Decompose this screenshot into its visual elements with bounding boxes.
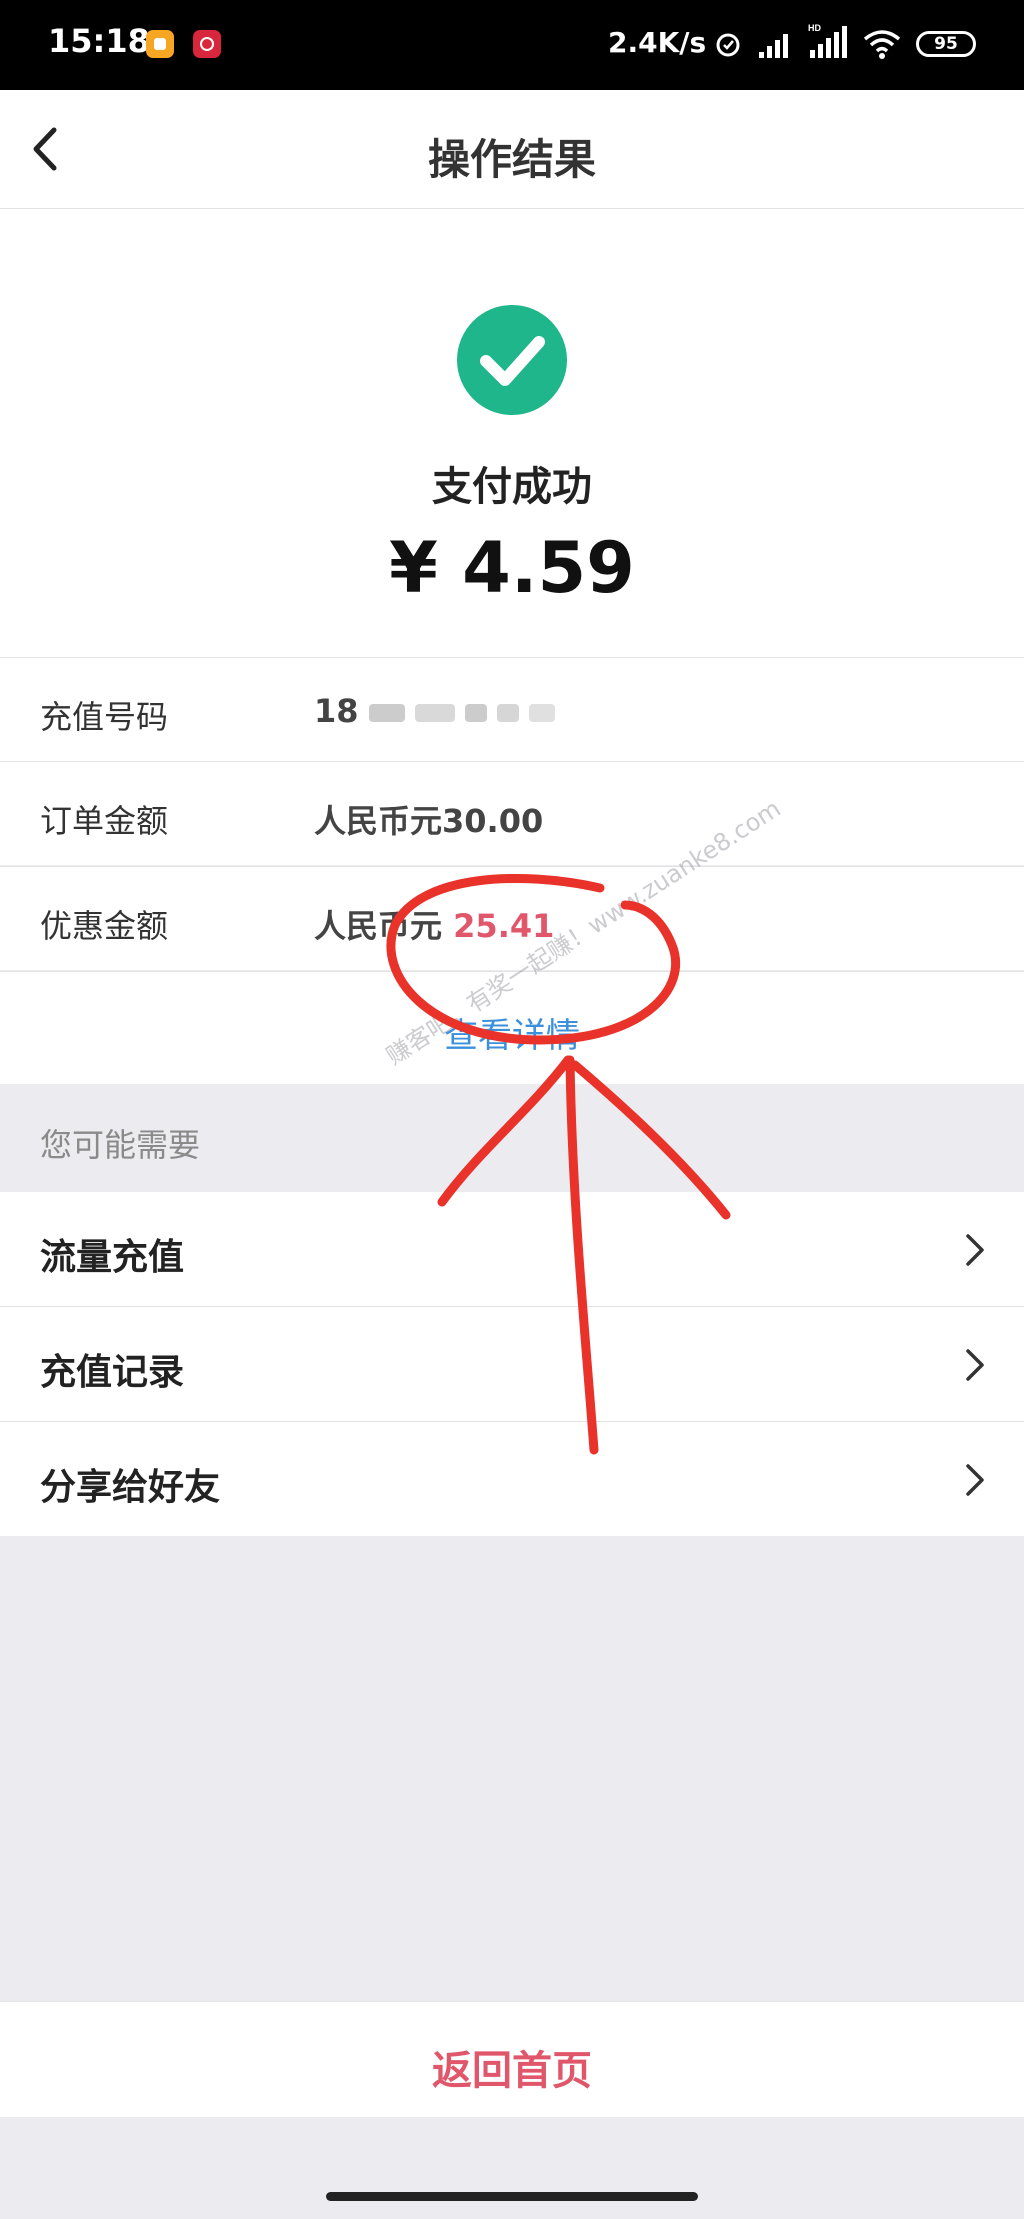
view-details-link[interactable]: 查看详情: [0, 1008, 1024, 1057]
wifi-icon: [863, 30, 901, 59]
success-check-icon: [457, 305, 567, 415]
return-home-button[interactable]: 返回首页: [0, 2038, 1024, 2096]
detail-row-order: 订单金额 人民币元30.00: [0, 761, 1024, 865]
chevron-right-icon: [966, 1234, 984, 1266]
notification-app-icon-2: [193, 30, 221, 58]
detail-value-prefix: 人民币元: [314, 907, 443, 945]
phone-number-partial: 18: [314, 692, 359, 730]
notification-app-icon: [146, 30, 174, 58]
page-title: 操作结果: [427, 135, 596, 184]
redacted-block: [414, 704, 455, 722]
network-speed: 2.4K/s: [608, 26, 707, 59]
detail-value: 人民币元30.00: [314, 802, 544, 840]
status-bar: 15:18 2.4K/s HD 95: [0, 0, 1024, 90]
menu-item-label: 流量充值: [40, 1237, 185, 1278]
chevron-right-icon: [966, 1464, 984, 1496]
menu-item-label: 充值记录: [40, 1352, 185, 1393]
detail-label: 优惠金额: [40, 907, 169, 945]
payment-status: 支付成功: [432, 464, 592, 510]
chevron-right-icon: [966, 1349, 984, 1381]
redacted-block: [368, 704, 405, 722]
payment-result: 支付成功 ¥ 4.59: [0, 209, 1024, 657]
menu-item-share[interactable]: 分享给好友: [0, 1422, 1024, 1536]
menu-item-data-recharge[interactable]: 流量充值: [0, 1192, 1024, 1306]
status-time: 15:18: [48, 22, 150, 60]
detail-value: 18: [314, 692, 555, 730]
nav-bar: 操作结果: [0, 90, 1024, 209]
detail-row-phone: 充值号码 18: [0, 657, 1024, 761]
detail-value: 人民币元 25.41: [314, 901, 554, 947]
detail-label: 订单金额: [40, 802, 169, 840]
signal-hd-icon: HD: [808, 23, 847, 58]
bottom-bar: 返回首页: [0, 2001, 1024, 2117]
battery-indicator: 95: [916, 31, 976, 57]
menu-item-recharge-history[interactable]: 充值记录: [0, 1307, 1024, 1421]
detail-label: 充值号码: [40, 698, 169, 736]
redacted-block: [528, 704, 555, 722]
payment-amount: ¥ 4.59: [389, 527, 635, 609]
suggest-heading: 您可能需要: [40, 1126, 201, 1164]
alarm-icon: [716, 33, 740, 57]
redacted-block: [464, 704, 487, 722]
menu-item-label: 分享给好友: [40, 1467, 221, 1508]
redacted-block: [496, 704, 519, 722]
gesture-bar[interactable]: [326, 2192, 698, 2201]
svg-text:HD: HD: [808, 23, 821, 33]
signal-icon: [759, 34, 788, 58]
